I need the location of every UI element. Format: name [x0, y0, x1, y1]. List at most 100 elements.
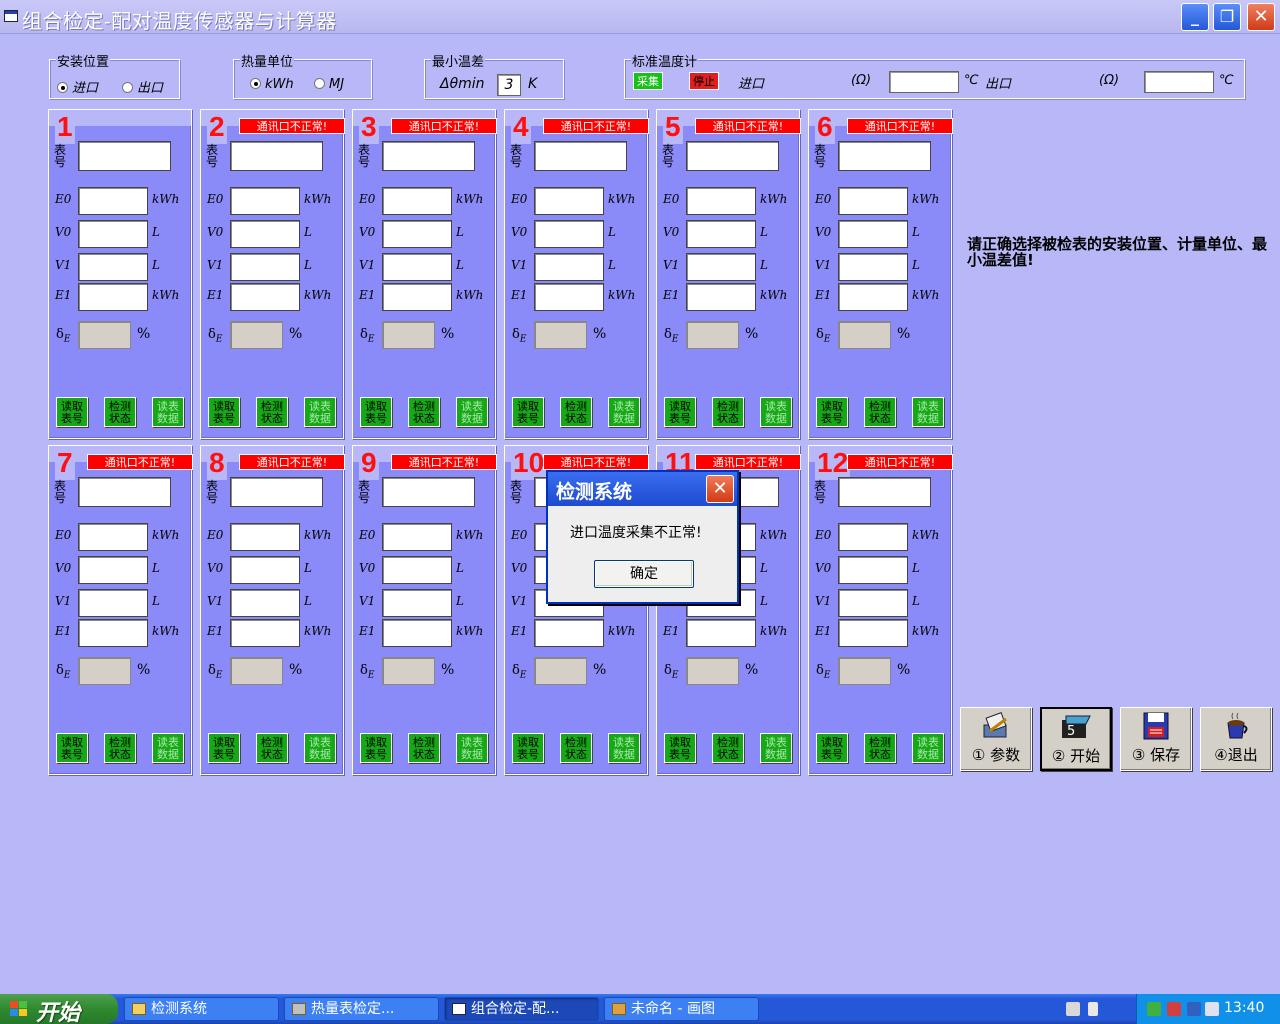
- e0-input[interactable]: [78, 187, 148, 215]
- e1-input[interactable]: [382, 283, 452, 311]
- e1-input[interactable]: [230, 283, 300, 311]
- read-meter-no-button[interactable]: 读取表号: [664, 397, 696, 427]
- e0-input[interactable]: [534, 187, 604, 215]
- check-status-button[interactable]: 检测状态: [256, 397, 288, 427]
- read-data-button[interactable]: 读表数据: [304, 397, 336, 427]
- v0-input[interactable]: [838, 556, 908, 584]
- e1-input[interactable]: [686, 283, 756, 311]
- read-data-button[interactable]: 读表数据: [760, 733, 792, 763]
- e0-input[interactable]: [686, 187, 756, 215]
- read-meter-no-button[interactable]: 读取表号: [208, 397, 240, 427]
- check-status-button[interactable]: 检测状态: [408, 733, 440, 763]
- v1-input[interactable]: [78, 253, 148, 281]
- e0-input[interactable]: [382, 523, 452, 551]
- read-meter-no-button[interactable]: 读取表号: [512, 397, 544, 427]
- check-status-button[interactable]: 检测状态: [104, 397, 136, 427]
- unit-mj-radio[interactable]: MJ: [314, 77, 344, 92]
- params-button[interactable]: ① 参数: [960, 707, 1032, 771]
- read-meter-no-button[interactable]: 读取表号: [56, 397, 88, 427]
- e0-input[interactable]: [838, 187, 908, 215]
- check-status-button[interactable]: 检测状态: [864, 397, 896, 427]
- save-button[interactable]: ③ 保存: [1120, 707, 1192, 771]
- security-shield-icon[interactable]: [1187, 1002, 1201, 1016]
- v1-input[interactable]: [230, 589, 300, 617]
- v0-input[interactable]: [382, 220, 452, 248]
- v1-input[interactable]: [78, 589, 148, 617]
- check-status-button[interactable]: 检测状态: [256, 733, 288, 763]
- v0-input[interactable]: [686, 220, 756, 248]
- meter-no-input[interactable]: [382, 477, 475, 507]
- v0-input[interactable]: [78, 556, 148, 584]
- min-diff-input[interactable]: 3: [497, 74, 521, 96]
- unit-kwh-radio[interactable]: kWh: [250, 77, 294, 92]
- v1-input[interactable]: [382, 589, 452, 617]
- meter-no-input[interactable]: [838, 141, 931, 171]
- check-status-button[interactable]: 检测状态: [560, 733, 592, 763]
- e1-input[interactable]: [686, 619, 756, 647]
- read-meter-no-button[interactable]: 读取表号: [56, 733, 88, 763]
- check-status-button[interactable]: 检测状态: [104, 733, 136, 763]
- v0-input[interactable]: [78, 220, 148, 248]
- read-meter-no-button[interactable]: 读取表号: [360, 733, 392, 763]
- v1-input[interactable]: [838, 253, 908, 281]
- task-detection-system[interactable]: 检测系统: [124, 997, 279, 1021]
- check-status-button[interactable]: 检测状态: [408, 397, 440, 427]
- meter-no-input[interactable]: [78, 477, 171, 507]
- e0-input[interactable]: [230, 187, 300, 215]
- read-data-button[interactable]: 读表数据: [152, 397, 184, 427]
- install-outlet-radio[interactable]: 出口: [122, 77, 163, 96]
- v1-input[interactable]: [686, 253, 756, 281]
- e0-input[interactable]: [78, 523, 148, 551]
- collect-button[interactable]: 采集: [633, 72, 663, 90]
- read-data-button[interactable]: 读表数据: [456, 733, 488, 763]
- app-icon[interactable]: [4, 10, 18, 22]
- shield-icon[interactable]: [1205, 1002, 1219, 1016]
- check-status-button[interactable]: 检测状态: [864, 733, 896, 763]
- check-status-button[interactable]: 检测状态: [712, 733, 744, 763]
- meter-no-input[interactable]: [838, 477, 931, 507]
- dialog-ok-button[interactable]: 确定: [594, 560, 694, 588]
- dialog-close-button[interactable]: ✕: [706, 475, 734, 503]
- read-meter-no-button[interactable]: 读取表号: [816, 397, 848, 427]
- read-data-button[interactable]: 读表数据: [304, 733, 336, 763]
- check-status-button[interactable]: 检测状态: [712, 397, 744, 427]
- dialog-title-bar[interactable]: 检测系统 ✕: [548, 472, 737, 506]
- v0-input[interactable]: [838, 220, 908, 248]
- v1-input[interactable]: [382, 253, 452, 281]
- maximize-button[interactable]: ❐: [1213, 3, 1241, 31]
- help-icon[interactable]: [1088, 1002, 1098, 1016]
- read-meter-no-button[interactable]: 读取表号: [664, 733, 696, 763]
- v1-input[interactable]: [534, 253, 604, 281]
- meter-no-input[interactable]: [230, 141, 323, 171]
- read-data-button[interactable]: 读表数据: [760, 397, 792, 427]
- read-data-button[interactable]: 读表数据: [152, 733, 184, 763]
- read-meter-no-button[interactable]: 读取表号: [816, 733, 848, 763]
- meter-no-input[interactable]: [78, 141, 171, 171]
- stop-button[interactable]: 停止: [689, 72, 719, 90]
- v0-input[interactable]: [382, 556, 452, 584]
- e1-input[interactable]: [838, 283, 908, 311]
- e1-input[interactable]: [838, 619, 908, 647]
- read-data-button[interactable]: 读表数据: [912, 397, 944, 427]
- install-inlet-radio[interactable]: 进口: [57, 77, 98, 96]
- read-meter-no-button[interactable]: 读取表号: [512, 733, 544, 763]
- v0-input[interactable]: [230, 556, 300, 584]
- task-paint[interactable]: 未命名 - 画图: [604, 997, 759, 1021]
- read-data-button[interactable]: 读表数据: [912, 733, 944, 763]
- network-icon[interactable]: [1147, 1002, 1161, 1016]
- meter-no-input[interactable]: [686, 141, 779, 171]
- e1-input[interactable]: [230, 619, 300, 647]
- meter-no-input[interactable]: [534, 141, 627, 171]
- antivirus-icon[interactable]: [1167, 1002, 1181, 1016]
- read-meter-no-button[interactable]: 读取表号: [208, 733, 240, 763]
- keyboard-icon[interactable]: [1066, 1002, 1080, 1016]
- e1-input[interactable]: [78, 283, 148, 311]
- v1-input[interactable]: [230, 253, 300, 281]
- meter-no-input[interactable]: [382, 141, 475, 171]
- e1-input[interactable]: [382, 619, 452, 647]
- read-meter-no-button[interactable]: 读取表号: [360, 397, 392, 427]
- v0-input[interactable]: [230, 220, 300, 248]
- task-combined-calibration[interactable]: 组合检定-配...: [444, 997, 599, 1021]
- minimize-button[interactable]: _: [1181, 3, 1209, 31]
- exit-button[interactable]: ④退出: [1200, 707, 1272, 771]
